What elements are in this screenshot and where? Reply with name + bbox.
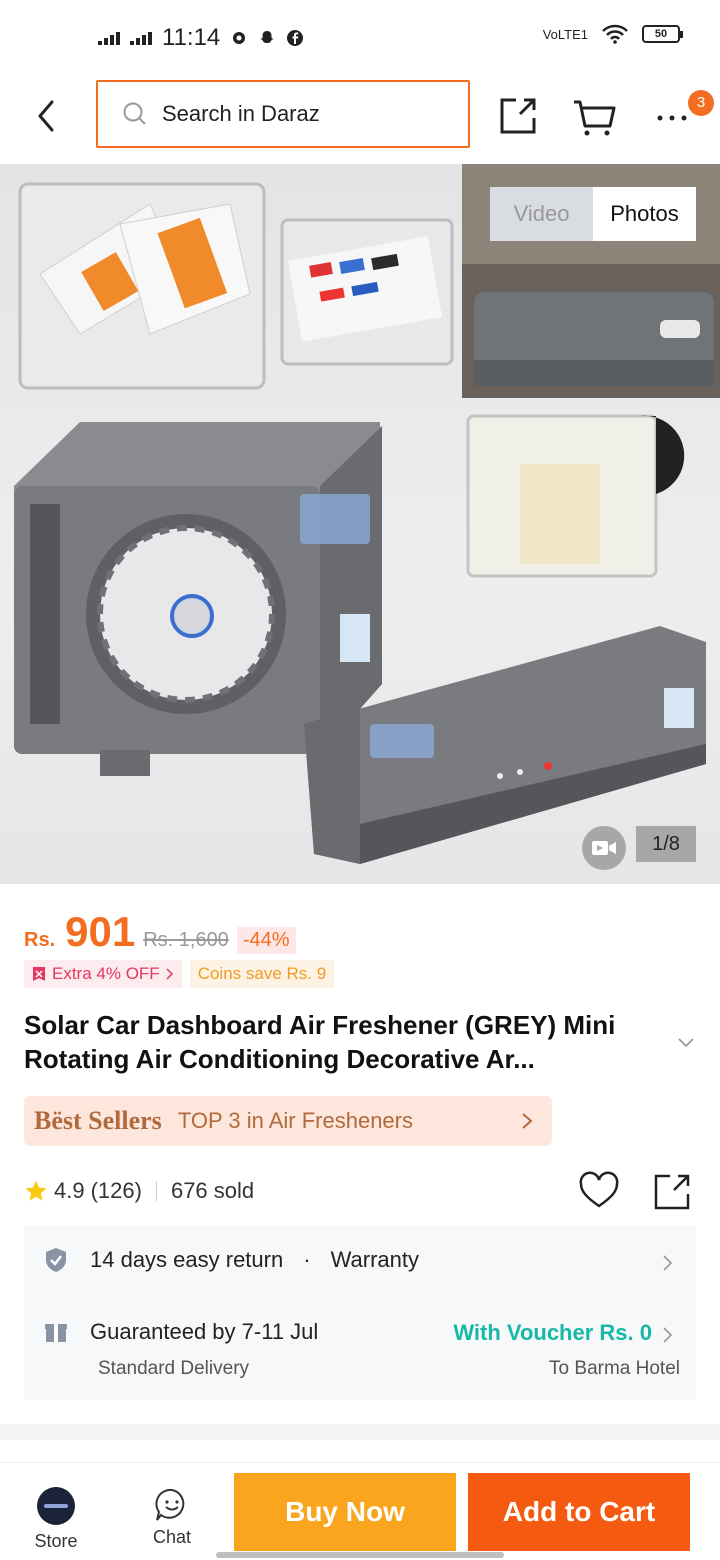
- wifi-icon: [602, 24, 628, 44]
- return-warranty-row[interactable]: 14 days easy return · Warranty: [42, 1246, 419, 1274]
- sold-count: 676 sold: [170, 1178, 255, 1203]
- search-input[interactable]: [162, 101, 452, 127]
- best-sellers-banner[interactable]: Bëst Sellers TOP 3 in Air Fresheners: [24, 1096, 552, 1146]
- chevron-right-icon[interactable]: [662, 1254, 674, 1272]
- status-left: 11:14: [98, 24, 304, 52]
- chat-icon: [155, 1488, 185, 1521]
- chevron-right-icon[interactable]: [662, 1326, 674, 1344]
- tab-photos[interactable]: Photos: [593, 187, 696, 241]
- cart-count-badge: 3: [688, 90, 714, 116]
- best-sellers-logo: Bëst Sellers: [34, 1106, 162, 1135]
- snapchat-icon: [260, 31, 274, 43]
- product-title: Solar Car Dashboard Air Freshener (GREY)…: [24, 1010, 616, 1074]
- divider: [155, 1181, 157, 1201]
- image-counter: 1/8: [636, 826, 696, 862]
- facebook-icon: [287, 30, 304, 46]
- signal-icon-2: [130, 31, 152, 45]
- section-divider: [0, 1424, 720, 1440]
- promo-tags: Extra 4% OFF Coins save Rs. 9: [24, 960, 335, 988]
- media-toggle[interactable]: Video Photos: [490, 187, 696, 241]
- rating-score: 4.9: [54, 1178, 85, 1203]
- signal-icon: [98, 31, 120, 45]
- currency-label: Rs.: [24, 929, 56, 951]
- voucher-price[interactable]: With Voucher Rs. 0: [453, 1320, 652, 1346]
- current-price: 901: [65, 908, 136, 955]
- search-bar[interactable]: [96, 80, 470, 148]
- back-icon[interactable]: [30, 96, 66, 136]
- price-row: Rs. 901 Rs. 1,600 -44%: [24, 908, 296, 956]
- bottom-action-bar: Store Chat Buy Now Add to Cart: [0, 1462, 720, 1560]
- original-price: Rs. 1,600: [143, 929, 229, 951]
- video-camera-icon[interactable]: [582, 826, 626, 870]
- extra-off-tag[interactable]: Extra 4% OFF: [24, 960, 182, 988]
- status-time: 11:14: [162, 24, 221, 51]
- voucher-icon: [33, 967, 45, 981]
- status-bar: 11:14 VoLTE1 50: [0, 0, 720, 76]
- buy-now-button[interactable]: Buy Now: [234, 1473, 456, 1551]
- add-to-cart-button[interactable]: Add to Cart: [468, 1473, 690, 1551]
- chevron-right-icon: [166, 968, 173, 980]
- dot-separator: ·: [303, 1247, 311, 1272]
- gift-box-icon: [45, 1324, 67, 1342]
- home-indicator[interactable]: [216, 1552, 504, 1558]
- rating-count: (126): [90, 1178, 142, 1203]
- delivery-row[interactable]: Guaranteed by 7-11 Jul: [42, 1318, 318, 1346]
- product-image-gallery[interactable]: Video Photos 1/8: [0, 164, 720, 884]
- store-tab[interactable]: Store: [16, 1487, 96, 1552]
- chat-label: Chat: [152, 1527, 192, 1547]
- heart-icon[interactable]: [578, 1170, 620, 1212]
- store-logo-icon: [37, 1487, 75, 1525]
- status-right: VoLTE1 50: [542, 24, 683, 44]
- delivery-destination: To Barma Hotel: [549, 1358, 680, 1379]
- tab-video[interactable]: Video: [490, 187, 593, 241]
- chat-tab[interactable]: Chat: [132, 1487, 212, 1548]
- coins-tag[interactable]: Coins save Rs. 9: [189, 960, 335, 988]
- shield-check-icon: [46, 1248, 66, 1272]
- return-policy: 14 days easy return: [90, 1247, 284, 1272]
- share-icon[interactable]: [496, 94, 540, 138]
- chevron-down-icon[interactable]: [676, 1032, 696, 1052]
- search-icon: [123, 102, 146, 125]
- extra-off-label: Extra 4% OFF: [52, 964, 160, 983]
- share-icon[interactable]: [652, 1170, 694, 1212]
- rating-row[interactable]: 4.9 (126) 676 sold: [24, 1176, 254, 1206]
- cart-icon[interactable]: [572, 94, 616, 138]
- product-image[interactable]: [0, 164, 720, 884]
- star-icon: [25, 1180, 47, 1201]
- store-label: Store: [34, 1531, 78, 1551]
- gear-icon: [233, 32, 246, 44]
- guarantee-date: Guaranteed by 7-11 Jul: [90, 1319, 319, 1344]
- top-header: 3: [0, 76, 720, 164]
- best-sellers-rank: TOP 3 in Air Fresheners: [177, 1108, 413, 1133]
- warranty-label: Warranty: [330, 1247, 419, 1272]
- chevron-right-icon: [522, 1113, 533, 1129]
- delivery-type: Standard Delivery: [98, 1358, 250, 1379]
- volte-indicator: VoLTE1: [542, 26, 588, 42]
- service-info-panel: 14 days easy return · Warranty Guarantee…: [24, 1226, 696, 1400]
- discount-badge: -44%: [236, 927, 296, 954]
- battery-icon: 50: [642, 25, 683, 43]
